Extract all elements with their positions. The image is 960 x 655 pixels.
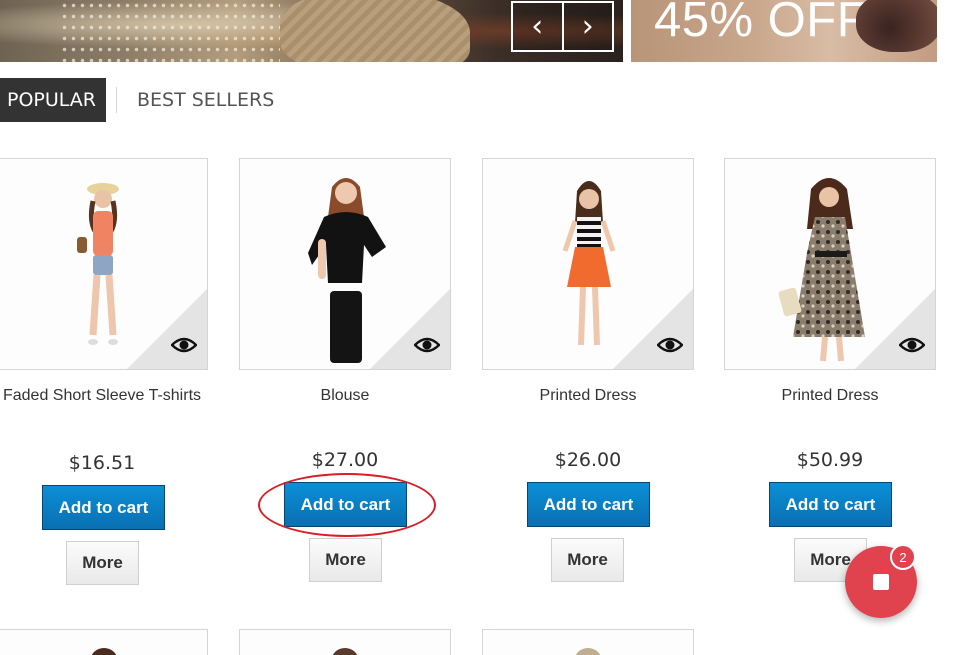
chevron-left-icon: ‹ [531,8,544,44]
product-name[interactable]: Printed Dress [724,384,936,407]
product-tabs: POPULAR BEST SELLERS [0,78,274,122]
model-photo [575,648,601,655]
cart-count-badge: 2 [890,544,916,570]
banner-flower-texture [60,0,280,62]
promo-text: 45% OFF [654,0,868,47]
eye-icon[interactable] [414,335,440,355]
product-price: $16.51 [68,452,136,474]
product-image[interactable] [482,158,694,370]
more-button[interactable]: More [551,538,624,582]
product-image[interactable] [482,629,694,655]
product-name[interactable]: Faded Short Sleeve T-shirts [0,384,208,407]
quick-view-corner [855,289,935,369]
eye-icon[interactable] [899,335,925,355]
slider-nav: ‹ › [511,1,614,52]
annotation-highlight-ellipse [258,473,436,537]
product-image[interactable] [239,158,451,370]
slider-prev-button[interactable]: ‹ [513,3,562,50]
banner-sunglasses-image [856,0,937,52]
product-price: $50.99 [796,449,864,471]
promo-banner[interactable]: 45% OFF [631,0,937,62]
eye-icon[interactable] [657,335,683,355]
product-name[interactable]: Blouse [239,384,451,407]
product-price: $27.00 [311,449,379,471]
chevron-right-icon: › [581,8,594,44]
add-to-cart-button[interactable]: Add to cart [527,482,650,527]
tab-divider [116,87,117,113]
add-to-cart-button[interactable]: Add to cart [769,482,892,527]
tab-popular[interactable]: POPULAR [0,78,106,122]
product-image[interactable] [0,158,208,370]
banner-scarf-image [280,0,470,62]
tab-best-sellers[interactable]: BEST SELLERS [137,89,274,111]
slider-next-button[interactable]: › [561,3,613,50]
quick-view-corner [370,289,450,369]
product-price: $26.00 [554,449,622,471]
more-button[interactable]: More [66,541,139,585]
model-photo [332,648,358,655]
product-image[interactable] [239,629,451,655]
add-to-cart-button[interactable]: Add to cart [42,485,165,530]
quick-view-corner [613,289,693,369]
product-name[interactable]: Printed Dress [482,384,694,407]
quick-view-corner [127,289,207,369]
eye-icon[interactable] [171,335,197,355]
cart-icon [873,574,889,590]
product-image[interactable] [0,629,208,655]
more-button[interactable]: More [309,538,382,582]
product-image[interactable] [724,158,936,370]
model-photo [91,648,117,655]
hero-banner-left[interactable]: ‹ › [0,0,623,62]
